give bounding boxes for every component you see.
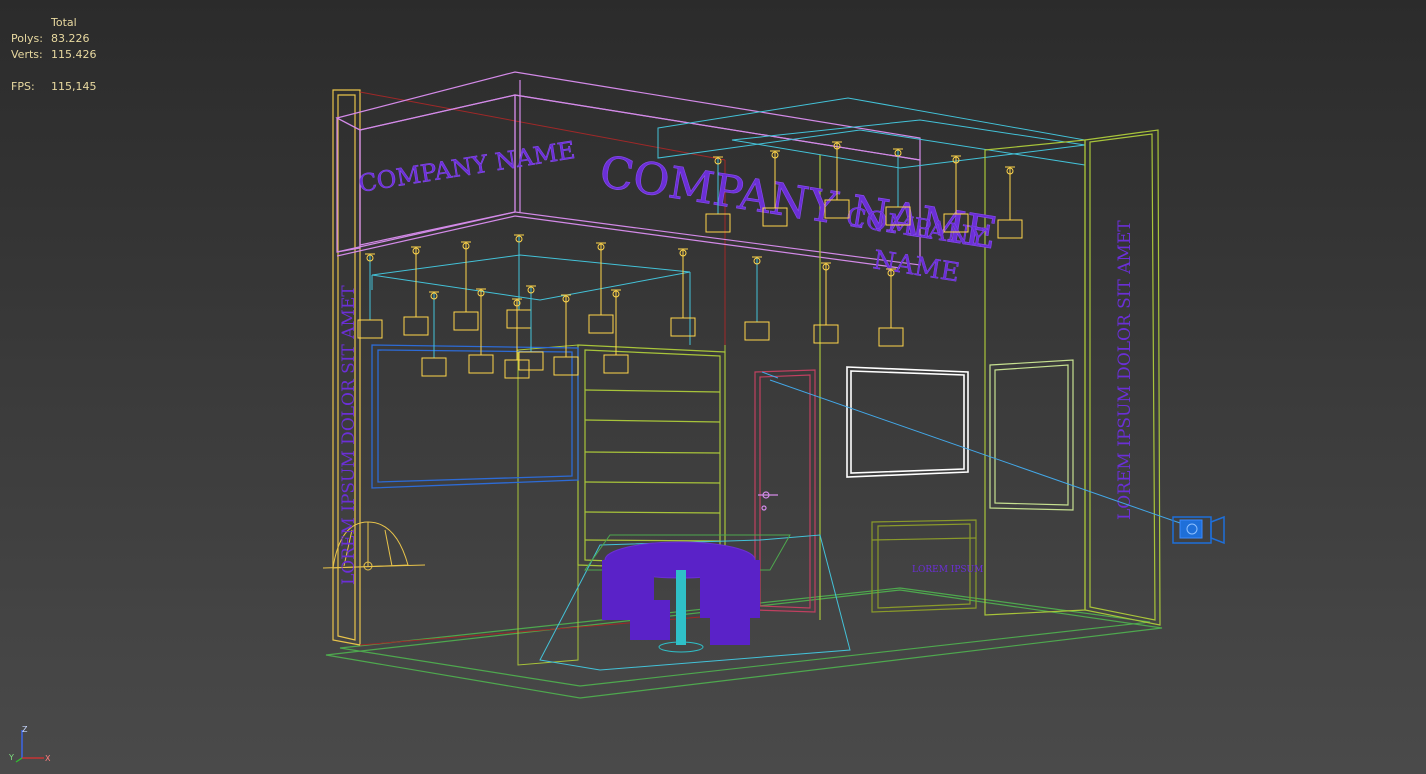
spotlight-fixture (553, 356, 579, 376)
wall-graphic-panel (371, 344, 579, 489)
verts-label: Verts: (11, 48, 43, 61)
shelving-unit (577, 344, 726, 571)
perspective-viewport[interactable]: COMPANY NAME COMPANY NAME COMPANY NAME L… (0, 0, 1426, 774)
spotlight-fixture (997, 219, 1023, 239)
spotlight-fixture (518, 351, 544, 371)
wall-monitor (989, 359, 1074, 511)
storage-door (754, 369, 816, 613)
fps-value: 115,145 (51, 80, 97, 93)
spotlight-fixture (878, 327, 904, 347)
spotlight-fixture (421, 357, 447, 377)
axis-gizmo: Z X Y (8, 725, 51, 763)
polys-label: Polys: (11, 32, 43, 45)
tv-screen (846, 366, 969, 478)
axis-y-label: Y (8, 753, 14, 762)
verts-value: 115.426 (51, 48, 97, 61)
spotlight-fixture (603, 354, 629, 374)
spotlight-fixture (403, 316, 429, 336)
spotlight-fixture (357, 319, 383, 339)
polys-value: 83.226 (51, 32, 90, 45)
table-and-chairs (539, 534, 851, 671)
pillar-right-text: LOREM IPSUM DOLOR SIT AMET (1115, 220, 1135, 520)
stats-header: Total (51, 16, 77, 29)
counter-text: LOREM IPSUM (912, 565, 983, 575)
spotlight-fixture (588, 314, 614, 334)
spotlight-fixture (744, 321, 770, 341)
spotlight-fixture (468, 354, 494, 374)
axis-z-label: Z (22, 725, 28, 734)
fps-label: FPS: (11, 80, 35, 93)
spotlight-fixture (813, 324, 839, 344)
viewport-statistics: Total Polys: 83.226 Verts: 115.426 FPS: 115… (11, 15, 131, 95)
spotlight-fixture (506, 309, 532, 329)
spotlight-fixture (670, 317, 696, 337)
sign-left-text: COMPANY NAME (357, 136, 577, 198)
spotlight-fixture (504, 359, 530, 379)
wireframe-scene[interactable]: COMPANY NAME COMPANY NAME COMPANY NAME L… (0, 0, 1426, 774)
axis-x-label: X (45, 754, 51, 763)
pillar-left-text: LOREM IPSUM DOLOR SIT AMET (339, 285, 359, 585)
sign-texts: COMPANY NAME COMPANY NAME COMPANY NAME L… (339, 136, 1135, 585)
spotlight-fixture (453, 311, 479, 331)
